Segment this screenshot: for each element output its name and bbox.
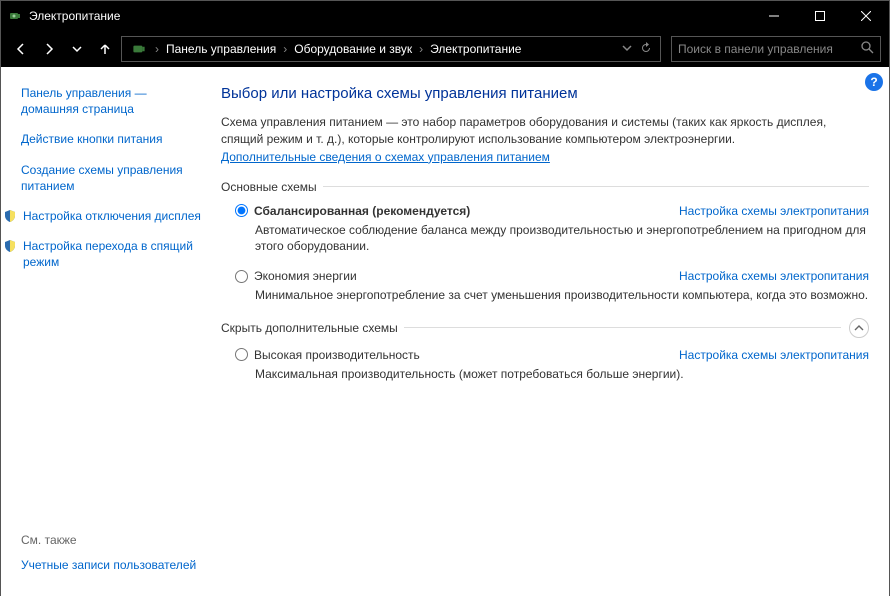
plan-high-performance: Высокая производительность Настройка схе… [235,348,869,383]
see-also-link-users[interactable]: Учетные записи пользователей [21,557,201,573]
chevron-right-icon: › [283,42,287,56]
section-basic-label: Основные схемы [221,180,317,194]
collapse-extra-button[interactable] [849,318,869,338]
crumb-control-panel[interactable]: Панель управления [162,40,280,58]
divider [404,327,841,328]
sidebar-home-link[interactable]: Панель управления — домашняя страница [21,85,201,117]
plan-settings-link[interactable]: Настройка схемы электропитания [679,269,869,283]
plan-name: Экономия энергии [254,269,357,283]
sidebar-link-display-off[interactable]: Настройка отключения дисплея [23,208,201,224]
plan-desc: Автоматическое соблюдение баланса между … [255,222,869,256]
crumb-hardware-sound[interactable]: Оборудование и звук [290,40,416,58]
breadcrumb-dropdown[interactable] [622,42,632,56]
plan-settings-link[interactable]: Настройка схемы электропитания [679,348,869,362]
shield-icon [3,209,17,223]
search-icon[interactable] [861,41,874,57]
content-area: ? Панель управления — домашняя страница … [1,67,889,597]
maximize-button[interactable] [797,1,843,31]
page-heading: Выбор или настройка схемы управления пит… [221,85,869,102]
titlebar: Электропитание [1,1,889,31]
plan-balanced: Сбалансированная (рекомендуется) Настрой… [235,204,869,256]
divider [323,186,869,187]
plan-name: Высокая производительность [254,348,420,362]
plan-power-saver: Экономия энергии Настройка схемы электро… [235,269,869,304]
app-icon [7,8,23,24]
window-title: Электропитание [29,9,751,23]
breadcrumb[interactable]: › Панель управления › Оборудование и зву… [121,36,661,62]
intro-text: Схема управления питанием — это набор па… [221,114,869,148]
plan-high-performance-radio-label[interactable]: Высокая производительность [235,348,420,362]
main-panel: Выбор или настройка схемы управления пит… [211,67,889,597]
plan-name: Сбалансированная (рекомендуется) [254,204,470,218]
sidebar-link-power-button[interactable]: Действие кнопки питания [21,131,201,147]
chevron-right-icon: › [155,42,159,56]
shield-icon [3,239,17,253]
more-info-link[interactable]: Дополнительные сведения о схемах управле… [221,150,550,164]
control-panel-icon [130,40,148,58]
up-button[interactable] [93,37,117,61]
plan-balanced-radio-label[interactable]: Сбалансированная (рекомендуется) [235,204,470,218]
plan-balanced-radio[interactable] [235,204,248,217]
back-button[interactable] [9,37,33,61]
close-button[interactable] [843,1,889,31]
search-box[interactable] [671,36,881,62]
recent-dropdown[interactable] [65,37,89,61]
plan-power-saver-radio-label[interactable]: Экономия энергии [235,269,357,283]
plan-high-performance-radio[interactable] [235,348,248,361]
sidebar-link-create-plan[interactable]: Создание схемы управления питанием [21,162,201,194]
chevron-right-icon: › [419,42,423,56]
crumb-power-options[interactable]: Электропитание [426,40,525,58]
minimize-button[interactable] [751,1,797,31]
sidebar: Панель управления — домашняя страница Де… [1,67,211,597]
navbar: › Панель управления › Оборудование и зву… [1,31,889,67]
section-extra-label: Скрыть дополнительные схемы [221,321,398,335]
search-input[interactable] [678,42,861,56]
sidebar-link-sleep[interactable]: Настройка перехода в спящий режим [23,238,201,270]
plan-desc: Минимальное энергопотребление за счет ум… [255,287,869,304]
plan-desc: Максимальная производительность (может п… [255,366,869,383]
forward-button[interactable] [37,37,61,61]
see-also-label: См. также [21,533,201,547]
plan-settings-link[interactable]: Настройка схемы электропитания [679,204,869,218]
refresh-button[interactable] [640,42,652,57]
plan-power-saver-radio[interactable] [235,270,248,283]
